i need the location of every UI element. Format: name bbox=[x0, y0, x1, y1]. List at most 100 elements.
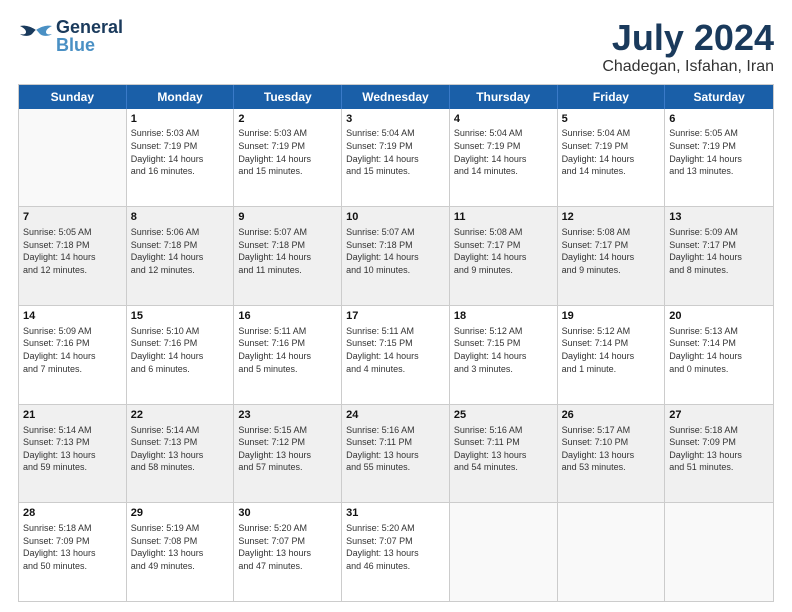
header-thursday: Thursday bbox=[450, 85, 558, 109]
calendar-cell: 20Sunrise: 5:13 AM Sunset: 7:14 PM Dayli… bbox=[665, 306, 773, 404]
cell-info: Sunrise: 5:20 AM Sunset: 7:07 PM Dayligh… bbox=[238, 522, 337, 572]
calendar-cell: 14Sunrise: 5:09 AM Sunset: 7:16 PM Dayli… bbox=[19, 306, 127, 404]
calendar-cell bbox=[19, 109, 127, 207]
calendar-cell: 17Sunrise: 5:11 AM Sunset: 7:15 PM Dayli… bbox=[342, 306, 450, 404]
calendar-cell bbox=[665, 503, 773, 601]
cell-info: Sunrise: 5:20 AM Sunset: 7:07 PM Dayligh… bbox=[346, 522, 445, 572]
calendar-cell: 18Sunrise: 5:12 AM Sunset: 7:15 PM Dayli… bbox=[450, 306, 558, 404]
day-number: 29 bbox=[131, 506, 230, 521]
calendar-cell bbox=[450, 503, 558, 601]
cell-info: Sunrise: 5:03 AM Sunset: 7:19 PM Dayligh… bbox=[238, 127, 337, 177]
calendar-cell: 12Sunrise: 5:08 AM Sunset: 7:17 PM Dayli… bbox=[558, 207, 666, 305]
logo-general: General bbox=[56, 18, 123, 36]
calendar-cell: 9Sunrise: 5:07 AM Sunset: 7:18 PM Daylig… bbox=[234, 207, 342, 305]
page: General Blue July 2024 Chadegan, Isfahan… bbox=[0, 0, 792, 612]
calendar-cell: 30Sunrise: 5:20 AM Sunset: 7:07 PM Dayli… bbox=[234, 503, 342, 601]
calendar-cell: 26Sunrise: 5:17 AM Sunset: 7:10 PM Dayli… bbox=[558, 405, 666, 503]
calendar-cell: 8Sunrise: 5:06 AM Sunset: 7:18 PM Daylig… bbox=[127, 207, 235, 305]
day-number: 22 bbox=[131, 408, 230, 423]
cell-info: Sunrise: 5:12 AM Sunset: 7:14 PM Dayligh… bbox=[562, 325, 661, 375]
calendar-cell: 5Sunrise: 5:04 AM Sunset: 7:19 PM Daylig… bbox=[558, 109, 666, 207]
calendar-row: 1Sunrise: 5:03 AM Sunset: 7:19 PM Daylig… bbox=[19, 109, 773, 207]
day-number: 26 bbox=[562, 408, 661, 423]
logo-bird-icon bbox=[18, 22, 54, 50]
day-number: 15 bbox=[131, 309, 230, 324]
day-number: 3 bbox=[346, 112, 445, 127]
header-wednesday: Wednesday bbox=[342, 85, 450, 109]
cell-info: Sunrise: 5:04 AM Sunset: 7:19 PM Dayligh… bbox=[562, 127, 661, 177]
calendar-body: 1Sunrise: 5:03 AM Sunset: 7:19 PM Daylig… bbox=[19, 109, 773, 601]
day-number: 19 bbox=[562, 309, 661, 324]
cell-info: Sunrise: 5:08 AM Sunset: 7:17 PM Dayligh… bbox=[454, 226, 553, 276]
logo: General Blue bbox=[18, 18, 123, 54]
day-number: 1 bbox=[131, 112, 230, 127]
cell-info: Sunrise: 5:04 AM Sunset: 7:19 PM Dayligh… bbox=[346, 127, 445, 177]
cell-info: Sunrise: 5:14 AM Sunset: 7:13 PM Dayligh… bbox=[23, 424, 122, 474]
cell-info: Sunrise: 5:18 AM Sunset: 7:09 PM Dayligh… bbox=[669, 424, 769, 474]
day-number: 4 bbox=[454, 112, 553, 127]
day-number: 30 bbox=[238, 506, 337, 521]
day-number: 14 bbox=[23, 309, 122, 324]
calendar-cell: 16Sunrise: 5:11 AM Sunset: 7:16 PM Dayli… bbox=[234, 306, 342, 404]
day-number: 25 bbox=[454, 408, 553, 423]
calendar-cell bbox=[558, 503, 666, 601]
calendar-title: July 2024 bbox=[602, 18, 774, 58]
cell-info: Sunrise: 5:15 AM Sunset: 7:12 PM Dayligh… bbox=[238, 424, 337, 474]
header-tuesday: Tuesday bbox=[234, 85, 342, 109]
day-number: 5 bbox=[562, 112, 661, 127]
calendar-cell: 11Sunrise: 5:08 AM Sunset: 7:17 PM Dayli… bbox=[450, 207, 558, 305]
cell-info: Sunrise: 5:09 AM Sunset: 7:17 PM Dayligh… bbox=[669, 226, 769, 276]
day-number: 23 bbox=[238, 408, 337, 423]
calendar-cell: 21Sunrise: 5:14 AM Sunset: 7:13 PM Dayli… bbox=[19, 405, 127, 503]
calendar-cell: 31Sunrise: 5:20 AM Sunset: 7:07 PM Dayli… bbox=[342, 503, 450, 601]
cell-info: Sunrise: 5:10 AM Sunset: 7:16 PM Dayligh… bbox=[131, 325, 230, 375]
day-number: 12 bbox=[562, 210, 661, 225]
header-saturday: Saturday bbox=[665, 85, 773, 109]
day-number: 21 bbox=[23, 408, 122, 423]
calendar-cell: 27Sunrise: 5:18 AM Sunset: 7:09 PM Dayli… bbox=[665, 405, 773, 503]
calendar-cell: 24Sunrise: 5:16 AM Sunset: 7:11 PM Dayli… bbox=[342, 405, 450, 503]
cell-info: Sunrise: 5:18 AM Sunset: 7:09 PM Dayligh… bbox=[23, 522, 122, 572]
cell-info: Sunrise: 5:16 AM Sunset: 7:11 PM Dayligh… bbox=[454, 424, 553, 474]
cell-info: Sunrise: 5:07 AM Sunset: 7:18 PM Dayligh… bbox=[346, 226, 445, 276]
calendar-row: 14Sunrise: 5:09 AM Sunset: 7:16 PM Dayli… bbox=[19, 305, 773, 404]
calendar-cell: 19Sunrise: 5:12 AM Sunset: 7:14 PM Dayli… bbox=[558, 306, 666, 404]
day-number: 11 bbox=[454, 210, 553, 225]
day-number: 27 bbox=[669, 408, 769, 423]
cell-info: Sunrise: 5:14 AM Sunset: 7:13 PM Dayligh… bbox=[131, 424, 230, 474]
day-number: 20 bbox=[669, 309, 769, 324]
day-number: 7 bbox=[23, 210, 122, 225]
day-number: 2 bbox=[238, 112, 337, 127]
calendar: Sunday Monday Tuesday Wednesday Thursday… bbox=[18, 84, 774, 602]
cell-info: Sunrise: 5:12 AM Sunset: 7:15 PM Dayligh… bbox=[454, 325, 553, 375]
cell-info: Sunrise: 5:11 AM Sunset: 7:16 PM Dayligh… bbox=[238, 325, 337, 375]
calendar-cell: 10Sunrise: 5:07 AM Sunset: 7:18 PM Dayli… bbox=[342, 207, 450, 305]
cell-info: Sunrise: 5:19 AM Sunset: 7:08 PM Dayligh… bbox=[131, 522, 230, 572]
day-number: 10 bbox=[346, 210, 445, 225]
day-number: 13 bbox=[669, 210, 769, 225]
day-number: 18 bbox=[454, 309, 553, 324]
day-number: 28 bbox=[23, 506, 122, 521]
cell-info: Sunrise: 5:05 AM Sunset: 7:18 PM Dayligh… bbox=[23, 226, 122, 276]
calendar-cell: 7Sunrise: 5:05 AM Sunset: 7:18 PM Daylig… bbox=[19, 207, 127, 305]
cell-info: Sunrise: 5:09 AM Sunset: 7:16 PM Dayligh… bbox=[23, 325, 122, 375]
calendar-row: 21Sunrise: 5:14 AM Sunset: 7:13 PM Dayli… bbox=[19, 404, 773, 503]
header: General Blue July 2024 Chadegan, Isfahan… bbox=[18, 18, 774, 76]
cell-info: Sunrise: 5:11 AM Sunset: 7:15 PM Dayligh… bbox=[346, 325, 445, 375]
calendar-cell: 15Sunrise: 5:10 AM Sunset: 7:16 PM Dayli… bbox=[127, 306, 235, 404]
cell-info: Sunrise: 5:07 AM Sunset: 7:18 PM Dayligh… bbox=[238, 226, 337, 276]
calendar-cell: 1Sunrise: 5:03 AM Sunset: 7:19 PM Daylig… bbox=[127, 109, 235, 207]
title-block: July 2024 Chadegan, Isfahan, Iran bbox=[602, 18, 774, 76]
calendar-location: Chadegan, Isfahan, Iran bbox=[602, 58, 774, 76]
calendar-row: 7Sunrise: 5:05 AM Sunset: 7:18 PM Daylig… bbox=[19, 206, 773, 305]
logo-blue: Blue bbox=[56, 36, 123, 54]
header-sunday: Sunday bbox=[19, 85, 127, 109]
cell-info: Sunrise: 5:03 AM Sunset: 7:19 PM Dayligh… bbox=[131, 127, 230, 177]
calendar-header: Sunday Monday Tuesday Wednesday Thursday… bbox=[19, 85, 773, 109]
calendar-row: 28Sunrise: 5:18 AM Sunset: 7:09 PM Dayli… bbox=[19, 502, 773, 601]
calendar-cell: 23Sunrise: 5:15 AM Sunset: 7:12 PM Dayli… bbox=[234, 405, 342, 503]
day-number: 31 bbox=[346, 506, 445, 521]
calendar-cell: 29Sunrise: 5:19 AM Sunset: 7:08 PM Dayli… bbox=[127, 503, 235, 601]
day-number: 24 bbox=[346, 408, 445, 423]
header-friday: Friday bbox=[558, 85, 666, 109]
